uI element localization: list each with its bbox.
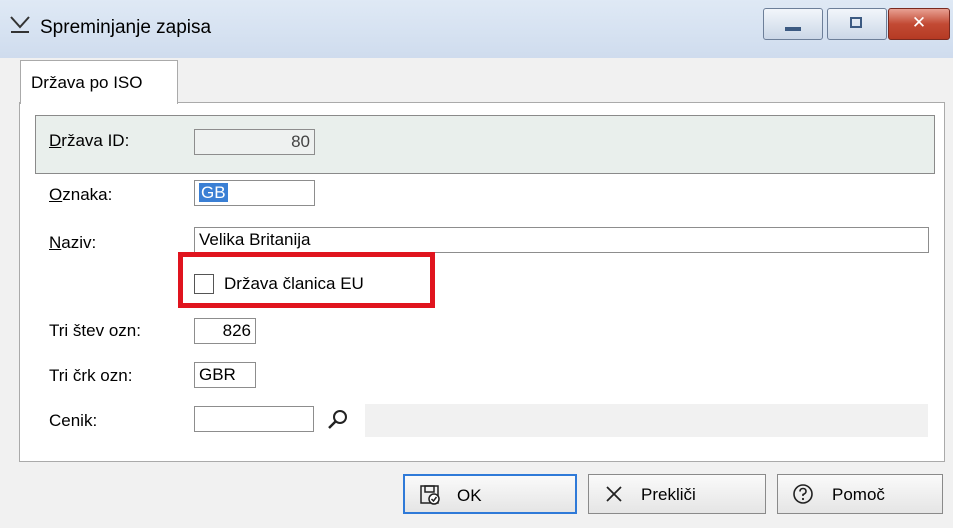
close-button[interactable]: ✕ — [888, 8, 950, 40]
minimize-button[interactable] — [763, 8, 823, 40]
help-label: Pomoč — [832, 485, 885, 504]
cenik-field[interactable] — [194, 406, 314, 432]
search-icon[interactable] — [326, 408, 350, 432]
tri-crk-label: Tri črk ozn: — [49, 366, 133, 385]
cenik-label: Cenik: — [49, 411, 98, 430]
cenik-description — [365, 404, 928, 437]
ok-label: OK — [457, 486, 482, 505]
naziv-field[interactable]: Velika Britanija — [194, 227, 929, 253]
tab-label: Država po ISO — [31, 73, 143, 92]
cancel-label: Prekliči — [641, 485, 696, 504]
oznaka-label: Oznaka: — [49, 185, 113, 204]
window-title: Spreminjanje zapisa — [40, 17, 212, 38]
help-button[interactable]: Pomoč — [777, 474, 943, 514]
save-icon — [420, 485, 440, 505]
tab-drzava-po-iso[interactable]: Država po ISO — [20, 60, 178, 104]
drzava-id-label: Država ID: — [49, 131, 130, 150]
maximize-icon — [850, 17, 862, 28]
cancel-button[interactable]: Prekliči — [588, 474, 766, 514]
tri-stev-label: Tri štev ozn: — [49, 321, 141, 340]
help-icon — [793, 484, 813, 504]
form-edit-icon — [10, 16, 30, 33]
drzava-id-field: 80 — [194, 129, 315, 155]
id-group — [35, 115, 935, 174]
tri-crk-field[interactable]: GBR — [194, 362, 256, 388]
minimize-icon — [785, 27, 801, 31]
highlight-box — [178, 252, 435, 308]
tri-stev-field[interactable]: 826 — [194, 318, 256, 344]
oznaka-field[interactable]: GB — [194, 180, 315, 206]
close-icon: ✕ — [911, 13, 927, 33]
cancel-x-icon — [606, 486, 622, 502]
maximize-button[interactable] — [827, 8, 887, 40]
title-bar: Spreminjanje zapisa ✕ — [0, 0, 953, 58]
naziv-label: Naziv: — [49, 233, 97, 252]
ok-button[interactable]: OK — [403, 474, 577, 514]
oznaka-value: GB — [199, 183, 228, 202]
